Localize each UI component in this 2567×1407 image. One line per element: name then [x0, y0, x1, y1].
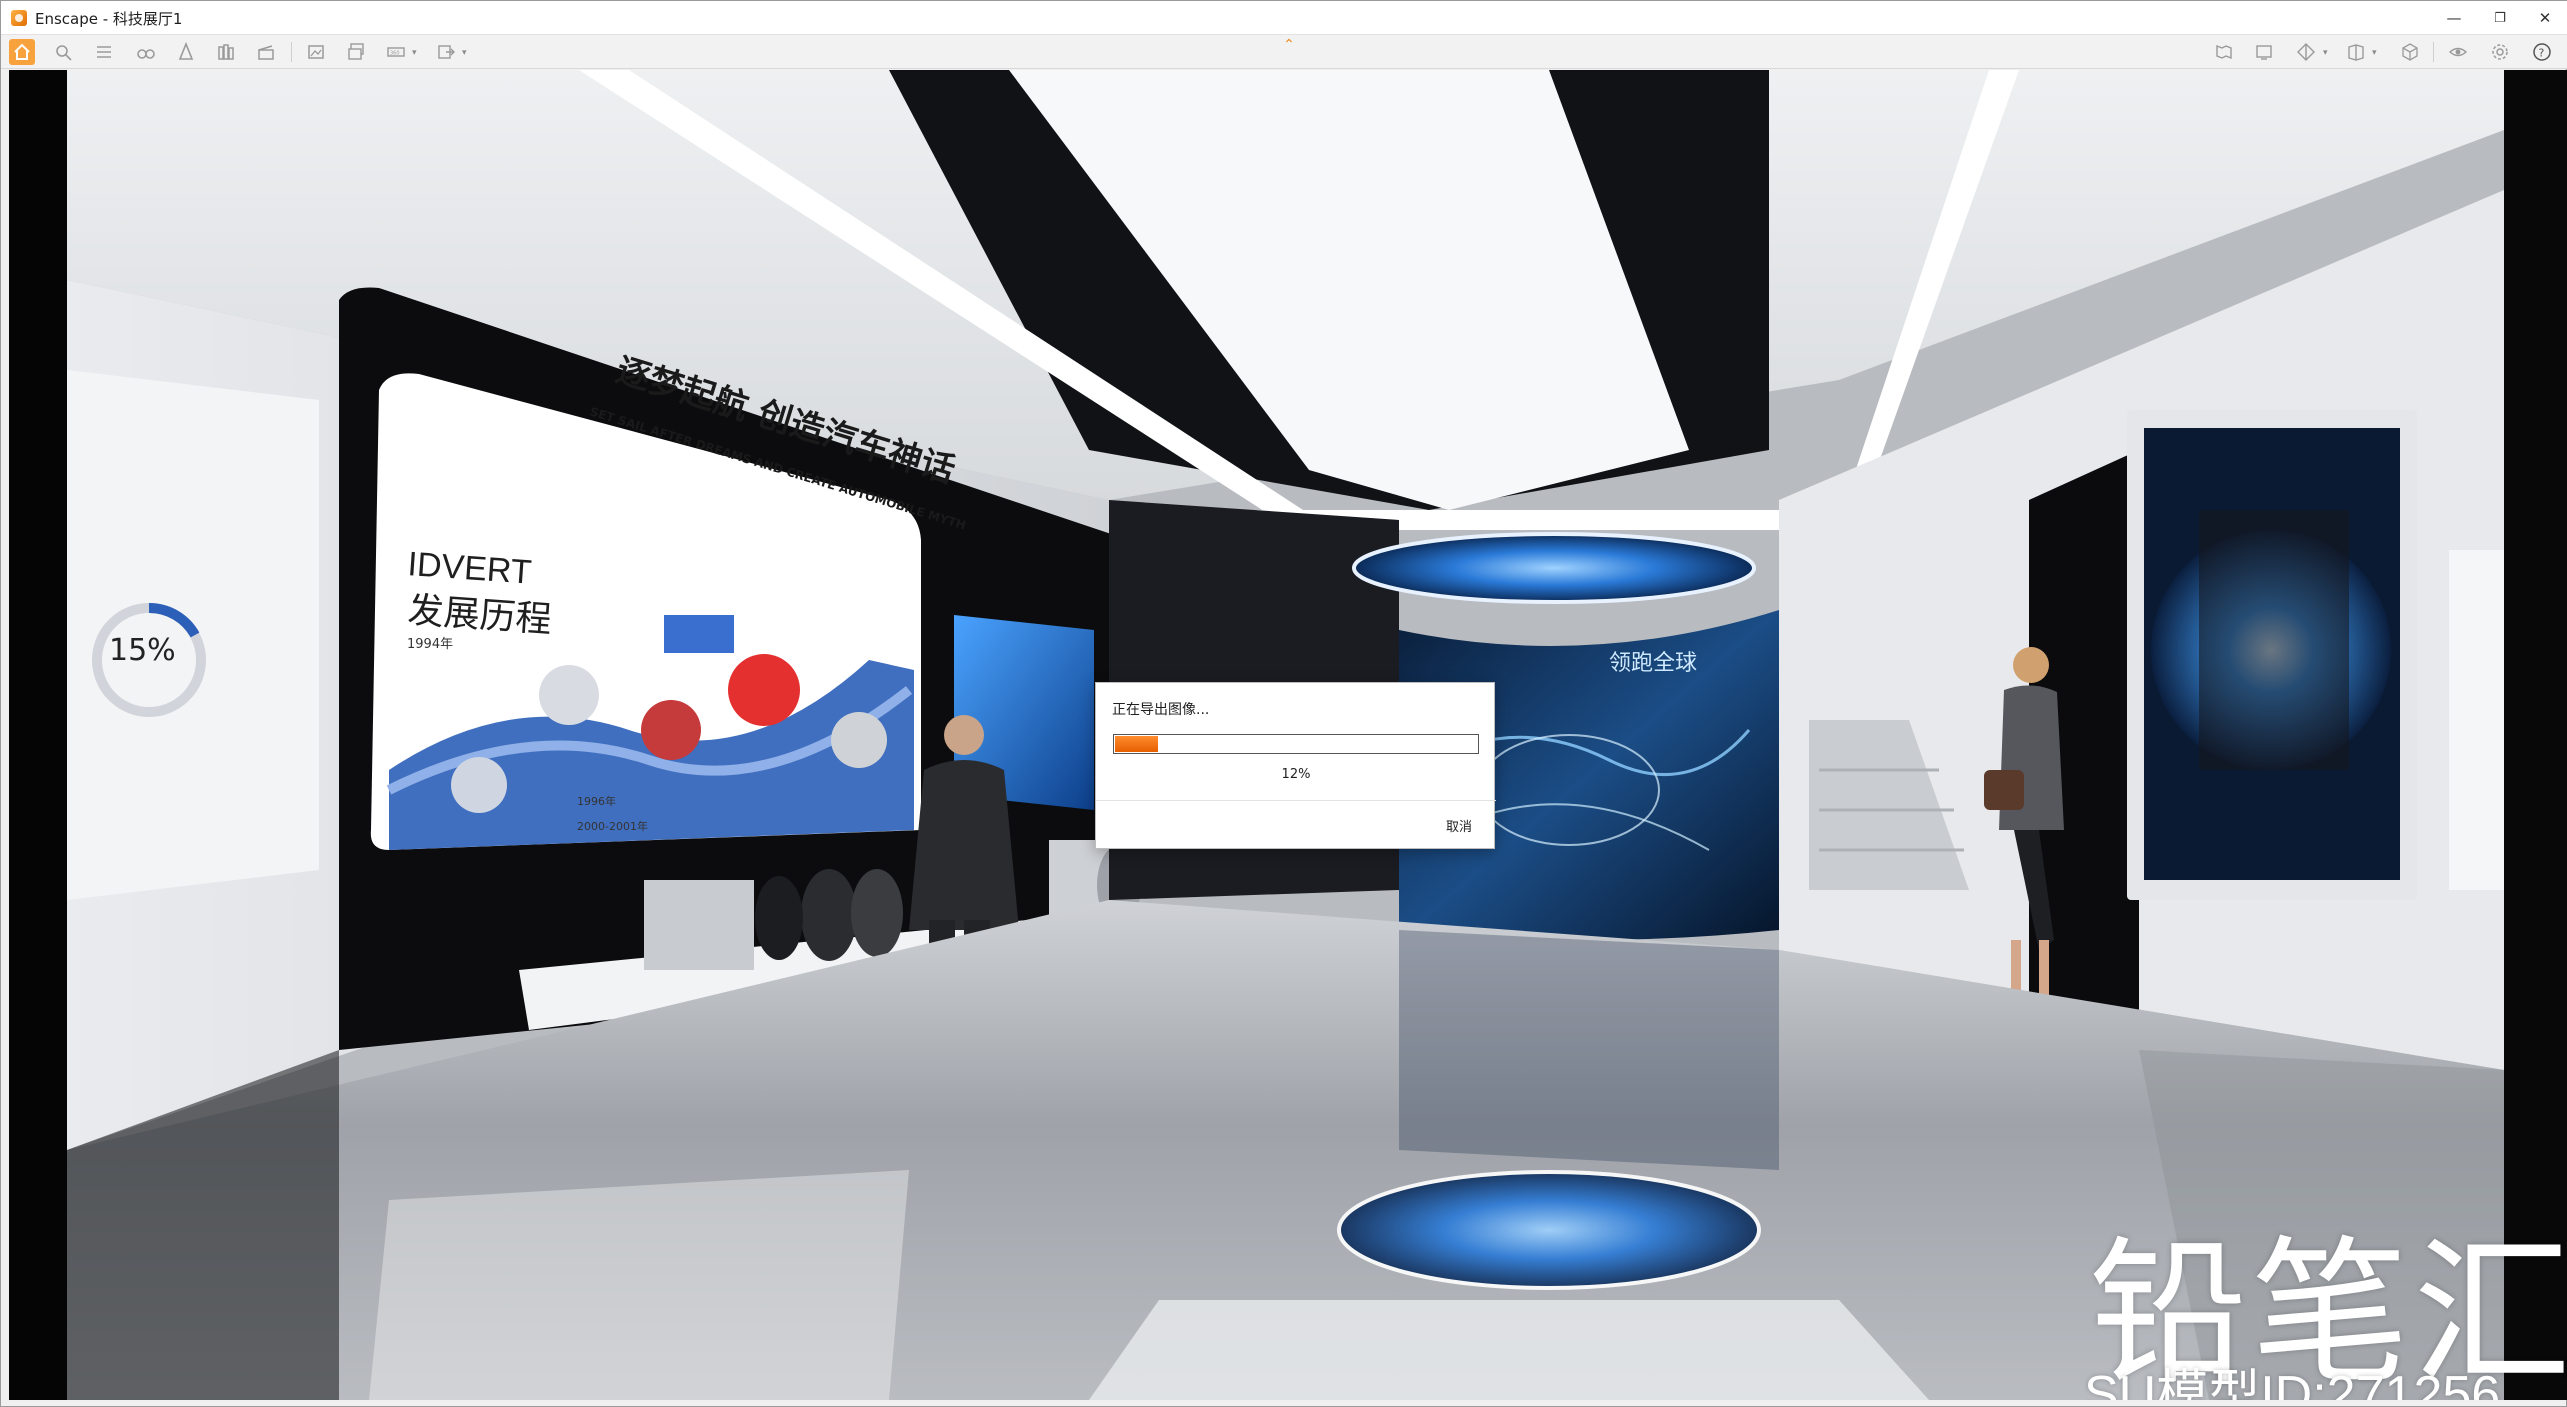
- close-button[interactable]: ✕: [2522, 1, 2567, 35]
- export-progress-dialog: 正在导出图像... 12% 取消: [1095, 682, 1496, 849]
- render-viewport[interactable]: 逐梦起航 创造汽车神话 SET SAIL AFTER DREAMS AND CR…: [9, 70, 2567, 1400]
- binoculars-icon[interactable]: [133, 39, 159, 65]
- board-year-1996: 1996年: [577, 794, 616, 808]
- asset-library-icon[interactable]: [51, 39, 77, 65]
- display-icon[interactable]: [2251, 39, 2277, 65]
- clapboard-icon[interactable]: [253, 39, 279, 65]
- window-title: Enscape - 科技展厅1: [35, 10, 183, 28]
- books-icon[interactable]: [213, 39, 239, 65]
- cube-icon[interactable]: [2397, 39, 2423, 65]
- panorama-dropdown-icon[interactable]: ▾: [412, 48, 417, 58]
- export-icon[interactable]: [433, 39, 459, 65]
- watermark-model-id: SU模型ID:271256: [2084, 1366, 2501, 1400]
- screenshot-icon[interactable]: [303, 39, 329, 65]
- board-year-1994: 1994年: [407, 637, 453, 652]
- toolbar-separator: [2433, 42, 2434, 62]
- board-year-2000: 2000-2001年: [577, 819, 648, 833]
- enscape-window: Enscape - 科技展厅1 — ❐ ✕ 360 ▾ ▾ ▾ ▾ ? ⌃ 逐梦…: [0, 0, 2567, 1407]
- views-icon[interactable]: [91, 39, 117, 65]
- collapse-toolbar-toggle[interactable]: ⌃: [1277, 37, 1301, 53]
- title-bar: Enscape - 科技展厅1 — ❐ ✕: [1, 1, 2567, 35]
- export-dropdown-icon[interactable]: ▾: [462, 48, 467, 58]
- svg-text:360: 360: [390, 51, 400, 57]
- export-progress-bar: [1113, 734, 1479, 754]
- left-panel-percent: 15%: [109, 633, 176, 668]
- globe-sign: 领跑全球: [1609, 651, 1697, 676]
- board-photo-red: [728, 654, 800, 726]
- settings-icon[interactable]: [2487, 39, 2513, 65]
- map-icon[interactable]: [2211, 39, 2237, 65]
- panorama-icon[interactable]: 360: [383, 39, 409, 65]
- home-icon[interactable]: [9, 39, 35, 65]
- batch-render-icon[interactable]: [343, 39, 369, 65]
- progress-fill: [1115, 736, 1158, 752]
- split-view-dropdown-icon[interactable]: ▾: [2323, 48, 2328, 58]
- toolbar-separator: [291, 42, 292, 62]
- help-icon[interactable]: ?: [2529, 39, 2555, 65]
- atlas-icon[interactable]: [2343, 39, 2369, 65]
- eye-icon[interactable]: [2445, 39, 2471, 65]
- dialog-divider: [1096, 800, 1496, 801]
- split-view-icon[interactable]: [2293, 39, 2319, 65]
- maximize-button[interactable]: ❐: [2477, 1, 2523, 35]
- cancel-button[interactable]: 取消: [1446, 816, 1472, 835]
- minimize-button[interactable]: —: [2431, 1, 2477, 35]
- progress-percent: 12%: [1281, 767, 1311, 782]
- atlas-dropdown-icon[interactable]: ▾: [2372, 48, 2377, 58]
- svg-text:?: ?: [2539, 47, 2545, 60]
- enscape-logo-icon: [11, 10, 27, 26]
- walk-mode-icon[interactable]: [173, 39, 199, 65]
- dialog-title: 正在导出图像...: [1112, 702, 1210, 718]
